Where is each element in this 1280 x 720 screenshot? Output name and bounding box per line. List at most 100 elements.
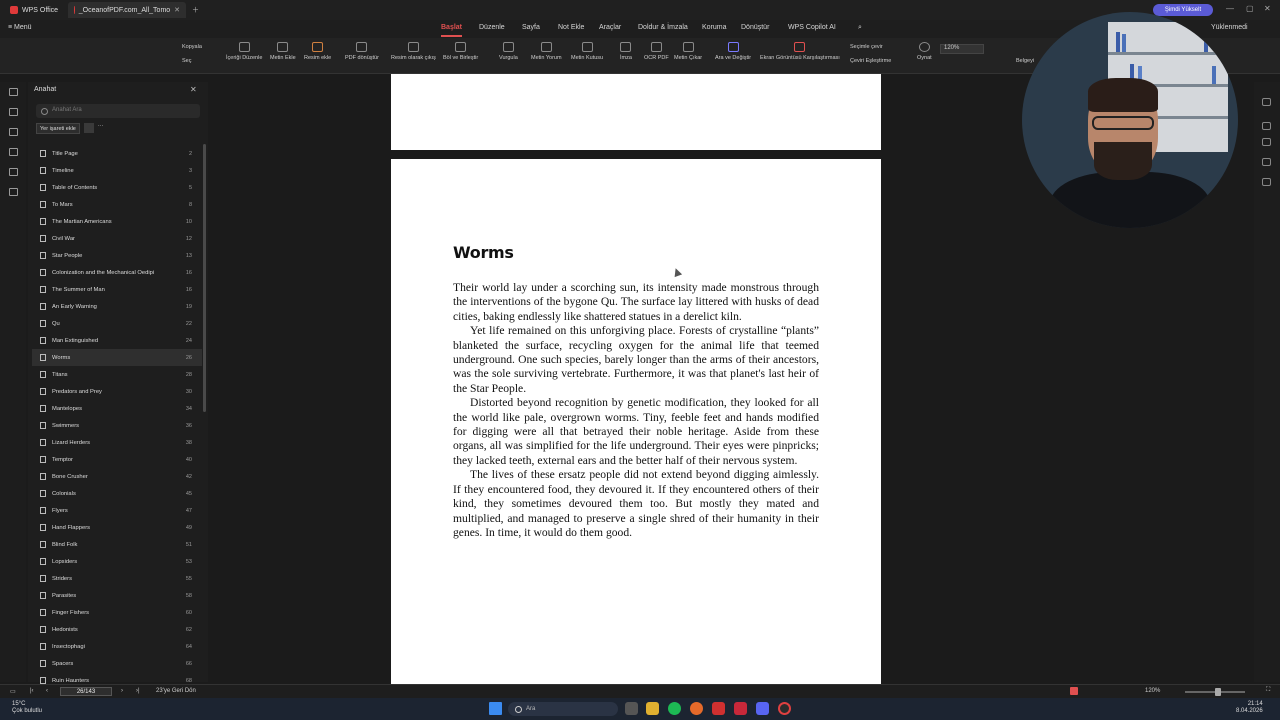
zoom-level[interactable]: 120% bbox=[1145, 688, 1160, 694]
pdf-convert-button[interactable]: PDF dönüştür bbox=[345, 42, 379, 61]
outline-item[interactable]: The Summer of Man 16 bbox=[32, 281, 202, 298]
image-export-button[interactable]: Resim olarak çıkış bbox=[391, 42, 436, 61]
text-comment-button[interactable]: Metin Yorum bbox=[531, 42, 562, 61]
outline-scrollbar[interactable] bbox=[203, 144, 206, 412]
copy-button[interactable]: Kopyala bbox=[182, 44, 202, 50]
edit-content-button[interactable]: İçeriği Düzenle bbox=[226, 42, 262, 61]
select-button[interactable]: Seç bbox=[182, 58, 191, 64]
system-clock[interactable]: 21:14 8.04.2026 bbox=[1236, 701, 1263, 715]
main-menu-button[interactable]: ≡ Menü bbox=[8, 24, 32, 31]
windows-start-icon[interactable] bbox=[489, 702, 502, 715]
settings-icon[interactable] bbox=[1262, 138, 1271, 146]
outline-item[interactable]: Title Page 2 bbox=[32, 145, 202, 162]
outline-item[interactable]: Bone Crusher 42 bbox=[32, 468, 202, 485]
discord-icon[interactable] bbox=[756, 702, 769, 715]
find-replace-button[interactable]: Ara ve Değiştir bbox=[715, 42, 751, 61]
play-button[interactable]: Oynat bbox=[917, 42, 932, 61]
outline-item[interactable]: Swimmers 36 bbox=[32, 417, 202, 434]
outline-item[interactable]: Spacers 66 bbox=[32, 655, 202, 672]
doc-button[interactable]: Belgeyi bbox=[1016, 58, 1034, 64]
outline-item[interactable]: Predators and Prey 30 bbox=[32, 383, 202, 400]
new-tab-icon[interactable]: ＋ bbox=[192, 5, 199, 15]
outline-item[interactable]: Star People 13 bbox=[32, 247, 202, 264]
search-icon[interactable]: ⌕ bbox=[858, 24, 862, 32]
tab-wps-office[interactable]: WPS Office bbox=[4, 2, 64, 18]
tab-duzenle[interactable]: Düzenle bbox=[479, 24, 505, 31]
tab-sayfa[interactable]: Sayfa bbox=[522, 24, 540, 31]
add-image-button[interactable]: Resim ekle bbox=[304, 42, 331, 61]
outline-item[interactable]: Lizard Herders 38 bbox=[32, 434, 202, 451]
spotify-icon[interactable] bbox=[668, 702, 681, 715]
outline-item[interactable]: Blind Folk 51 bbox=[32, 536, 202, 553]
outline-item[interactable]: Civil War 12 bbox=[32, 230, 202, 247]
split-merge-button[interactable]: Böl ve Birleştir bbox=[443, 42, 478, 61]
next-page-icon[interactable]: › bbox=[121, 688, 123, 694]
thumbnail-icon[interactable] bbox=[9, 108, 18, 116]
tab-araclar[interactable]: Araçlar bbox=[599, 24, 621, 31]
outline-item[interactable]: Qu 22 bbox=[32, 315, 202, 332]
read-mode-icon[interactable] bbox=[1070, 687, 1078, 695]
fullscreen-icon[interactable]: ⛶ bbox=[1266, 687, 1270, 694]
add-text-button[interactable]: Metin Ekle bbox=[270, 42, 296, 61]
close-icon[interactable]: ✕ bbox=[190, 85, 197, 94]
upgrade-button[interactable]: Şimdi Yükselt bbox=[1153, 4, 1213, 16]
close-tab-icon[interactable]: ✕ bbox=[174, 6, 180, 14]
close-window-icon[interactable]: ✕ bbox=[1264, 4, 1271, 13]
outline-item[interactable]: Striders 55 bbox=[32, 570, 202, 587]
outline-item[interactable]: Insectophagi 64 bbox=[32, 638, 202, 655]
highlight-button[interactable]: Vurgula bbox=[499, 42, 518, 61]
tab-doldur-imzala[interactable]: Doldur & İmzala bbox=[638, 24, 688, 31]
go-back-link[interactable]: 23'ye Geri Dön bbox=[156, 688, 196, 694]
attachment-icon[interactable] bbox=[9, 148, 18, 156]
prev-page-icon[interactable]: ‹ bbox=[46, 688, 48, 694]
record-icon[interactable] bbox=[778, 702, 791, 715]
outline-item[interactable]: Colonization and the Mechanical Oedipi 16 bbox=[32, 264, 202, 281]
last-page-icon[interactable]: ›| bbox=[136, 688, 140, 694]
outline-item[interactable]: An Early Warning 19 bbox=[32, 298, 202, 315]
outline-search-input[interactable]: Anahat Ara bbox=[36, 104, 200, 118]
page-number-input[interactable]: 26/143 bbox=[60, 687, 112, 696]
outline-item[interactable]: Lopsiders 53 bbox=[32, 553, 202, 570]
outline-item[interactable]: Timeline 3 bbox=[32, 162, 202, 179]
add-bookmark-button[interactable]: Yer işareti ekle bbox=[36, 123, 80, 134]
outline-item[interactable]: Flyers 47 bbox=[32, 502, 202, 519]
task-view-icon[interactable] bbox=[625, 702, 638, 715]
zoom-tool-icon[interactable] bbox=[1262, 98, 1271, 106]
signature-panel-icon[interactable] bbox=[9, 168, 18, 176]
taskbar-search[interactable]: Ara bbox=[508, 702, 618, 716]
tab-not-ekle[interactable]: Not Ekle bbox=[558, 24, 584, 31]
outline-item[interactable]: Finger Fishers 60 bbox=[32, 604, 202, 621]
outline-item[interactable]: Parasites 58 bbox=[32, 587, 202, 604]
outline-item[interactable]: Mantelopes 34 bbox=[32, 400, 202, 417]
sign-button[interactable]: İmza bbox=[620, 42, 632, 61]
wps-icon[interactable] bbox=[734, 702, 747, 715]
outline-item[interactable]: Titans 28 bbox=[32, 366, 202, 383]
tab-donustur[interactable]: Dönüştür bbox=[741, 24, 769, 31]
screenshot-compare-button[interactable]: Ekran Görüntüsü Karşılaştırması bbox=[760, 42, 840, 61]
comment-panel-icon[interactable] bbox=[9, 128, 18, 136]
outline-item[interactable]: Hand Flappers 49 bbox=[32, 519, 202, 536]
help-icon[interactable] bbox=[1262, 158, 1271, 166]
tab-wps-copilot[interactable]: WPS Copilot AI bbox=[788, 24, 836, 31]
outline-item[interactable]: Table of Contents 5 bbox=[32, 179, 202, 196]
file-explorer-icon[interactable] bbox=[646, 702, 659, 715]
tab-baslat[interactable]: Başlat bbox=[441, 24, 463, 37]
layers-icon[interactable] bbox=[9, 188, 18, 196]
tab-document[interactable]: _OceanofPDF.com_All_Tomo ✕ bbox=[68, 2, 187, 18]
select-translate-button[interactable]: Seçimle çevir bbox=[850, 44, 883, 50]
outline-item[interactable]: The Martian Americans 10 bbox=[32, 213, 202, 230]
more-icon[interactable]: ··· bbox=[98, 123, 104, 134]
outline-item[interactable]: Colonials 45 bbox=[32, 485, 202, 502]
sidebar-toggle-icon[interactable]: ▭ bbox=[10, 688, 16, 695]
minimize-icon[interactable]: — bbox=[1226, 4, 1234, 13]
outline-item[interactable]: Hedonists 62 bbox=[32, 621, 202, 638]
more-options-icon[interactable] bbox=[1262, 178, 1271, 186]
brave-icon[interactable] bbox=[712, 702, 725, 715]
zoom-slider[interactable] bbox=[1185, 688, 1245, 696]
weather-widget[interactable]: 15°C Çok bulutlu bbox=[12, 701, 42, 715]
ocr-button[interactable]: OCR PDF bbox=[644, 42, 669, 61]
bookmark-panel-icon[interactable] bbox=[9, 88, 18, 96]
first-page-icon[interactable]: |‹ bbox=[30, 688, 34, 694]
firefox-icon[interactable] bbox=[690, 702, 703, 715]
delete-bookmark-icon[interactable] bbox=[83, 123, 94, 133]
